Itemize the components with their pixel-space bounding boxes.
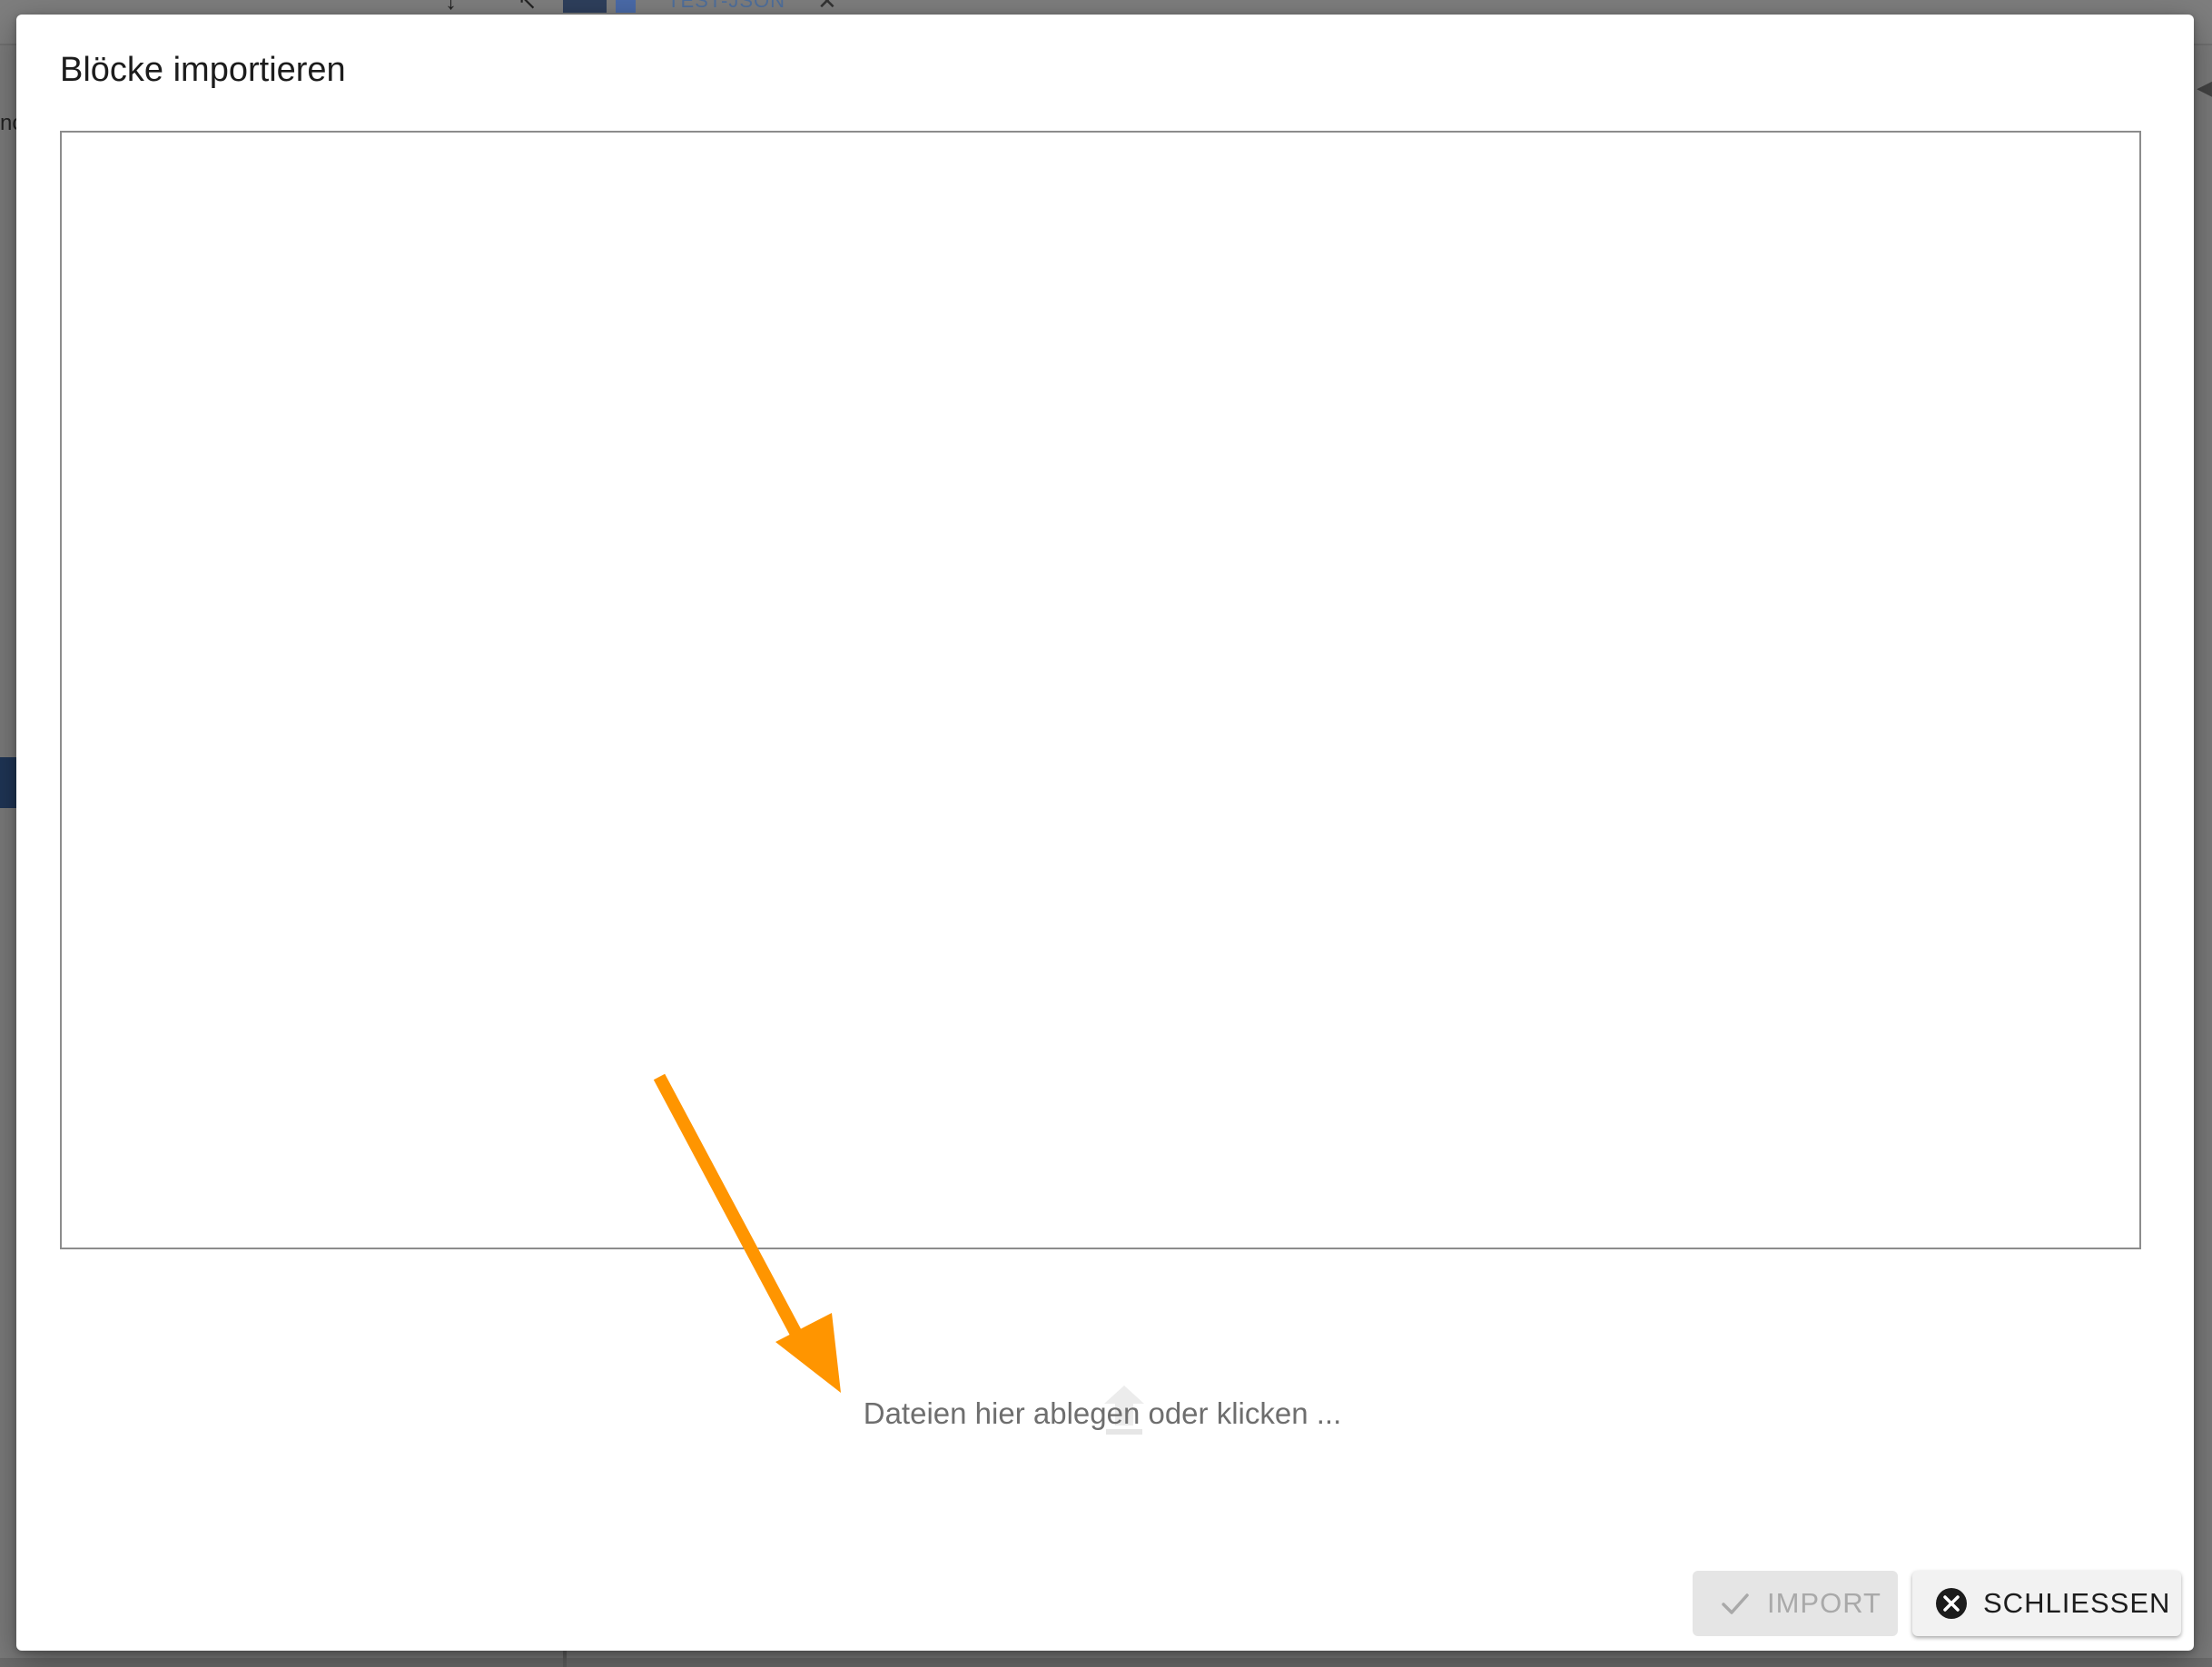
import-button-label: IMPORT [1767, 1587, 1881, 1619]
annotation-arrow [653, 1073, 841, 1393]
background-sort-icon: ↕ [445, 0, 457, 15]
background-collapse-arrow-icon: ◀ [2197, 76, 2212, 99]
import-editor-textarea[interactable] [60, 131, 2141, 1249]
check-icon [1722, 1593, 1749, 1614]
background-tab-marker [563, 0, 607, 13]
background-sidebar-active-marker [0, 757, 16, 808]
file-dropzone[interactable]: Dateien hier ablegen oder klicken ... [60, 1286, 2145, 1504]
background-bottom-bar [0, 1658, 2212, 1667]
close-button-label: SCHLIESSEN [1983, 1587, 2171, 1619]
background-pointer-icon: ↖ [518, 0, 538, 15]
import-blocks-dialog: Blöcke importieren Dateien hier ablegen … [16, 15, 2194, 1651]
import-button[interactable]: IMPORT [1693, 1571, 1898, 1636]
close-circle-icon [1936, 1588, 1967, 1619]
dropzone-text: Dateien hier ablegen oder klicken ... [863, 1396, 1342, 1430]
close-button[interactable]: SCHLIESSEN [1912, 1571, 2181, 1636]
background-tab-marker-secondary [616, 0, 636, 13]
background-tab-label: TEST-JSON [667, 0, 786, 12]
dialog-title: Blöcke importieren [60, 51, 346, 89]
background-tab-close-icon: ✕ [817, 0, 837, 15]
